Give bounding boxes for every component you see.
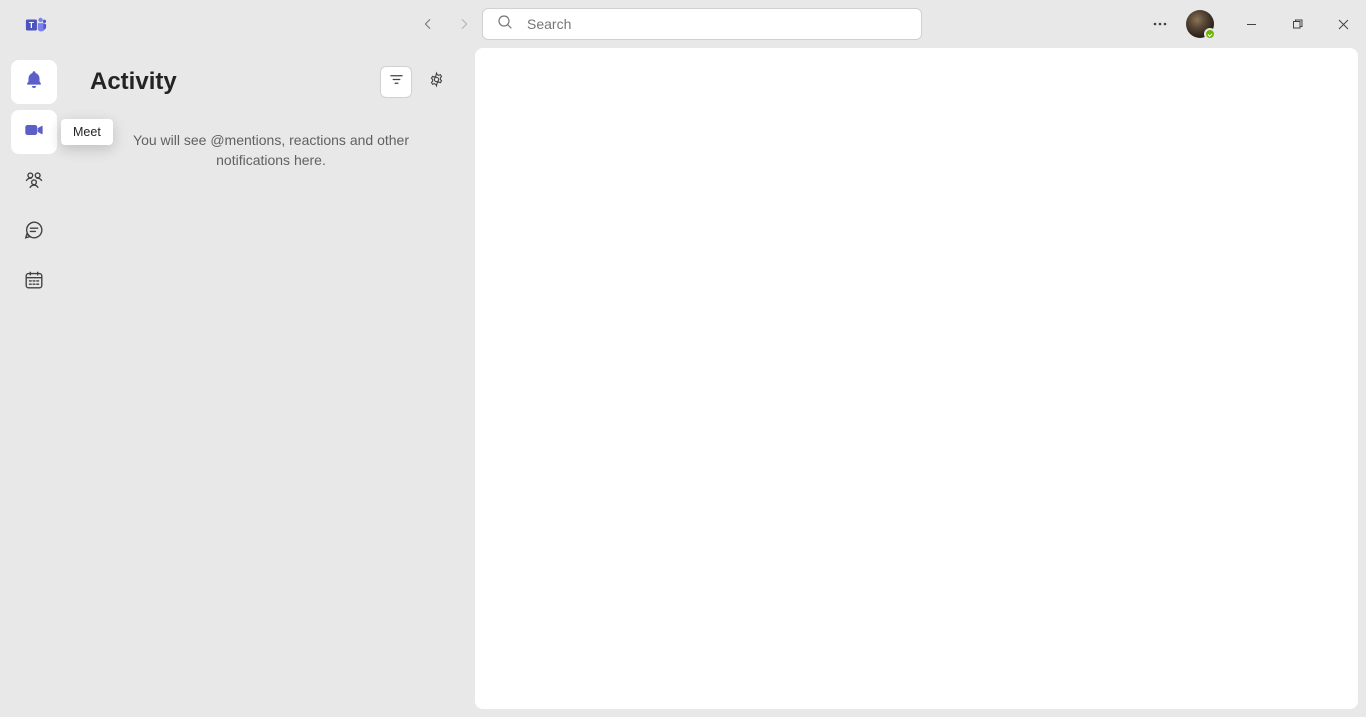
nav-arrows <box>418 14 474 34</box>
settings-button[interactable] <box>420 66 452 98</box>
content-card <box>475 48 1358 709</box>
calendar-icon <box>23 269 45 296</box>
search-icon <box>497 14 513 35</box>
rail-activity-button[interactable] <box>11 60 57 104</box>
teams-logo-icon: T <box>25 14 47 36</box>
rail-meet-button[interactable]: Meet <box>11 110 57 154</box>
rail-calendar-button[interactable] <box>11 260 57 304</box>
bell-icon <box>23 69 45 96</box>
window-close-button[interactable] <box>1320 8 1366 40</box>
search-input[interactable]: Search <box>482 8 922 40</box>
empty-state-message: You will see @mentions, reactions and ot… <box>90 130 452 170</box>
window-minimize-button[interactable] <box>1228 8 1274 40</box>
pane-actions <box>380 66 452 98</box>
titlebar-right <box>1140 0 1366 48</box>
tooltip: Meet <box>61 119 113 145</box>
app-body: Meet Activity <box>0 48 1366 717</box>
chat-icon <box>23 219 45 246</box>
presence-available-icon <box>1204 28 1216 40</box>
filter-icon <box>389 72 404 92</box>
people-community-icon <box>23 169 45 196</box>
filter-button[interactable] <box>380 66 412 98</box>
video-icon <box>23 119 45 146</box>
app-rail: Meet <box>0 48 68 717</box>
titlebar: T Search <box>0 0 1366 48</box>
activity-pane: Activity You will see @mentions, reactio… <box>68 48 467 717</box>
more-options-button[interactable] <box>1140 4 1180 44</box>
rail-community-button[interactable] <box>11 160 57 204</box>
pane-title: Activity <box>90 68 177 96</box>
pane-header: Activity <box>90 66 452 98</box>
nav-back-button[interactable] <box>418 14 438 34</box>
gear-icon <box>428 71 445 93</box>
window-maximize-button[interactable] <box>1274 8 1320 40</box>
rail-chat-button[interactable] <box>11 210 57 254</box>
user-avatar[interactable] <box>1186 10 1214 38</box>
search-placeholder: Search <box>527 16 571 32</box>
content-area <box>467 48 1366 717</box>
nav-forward-button[interactable] <box>454 14 474 34</box>
svg-text:T: T <box>29 21 34 30</box>
